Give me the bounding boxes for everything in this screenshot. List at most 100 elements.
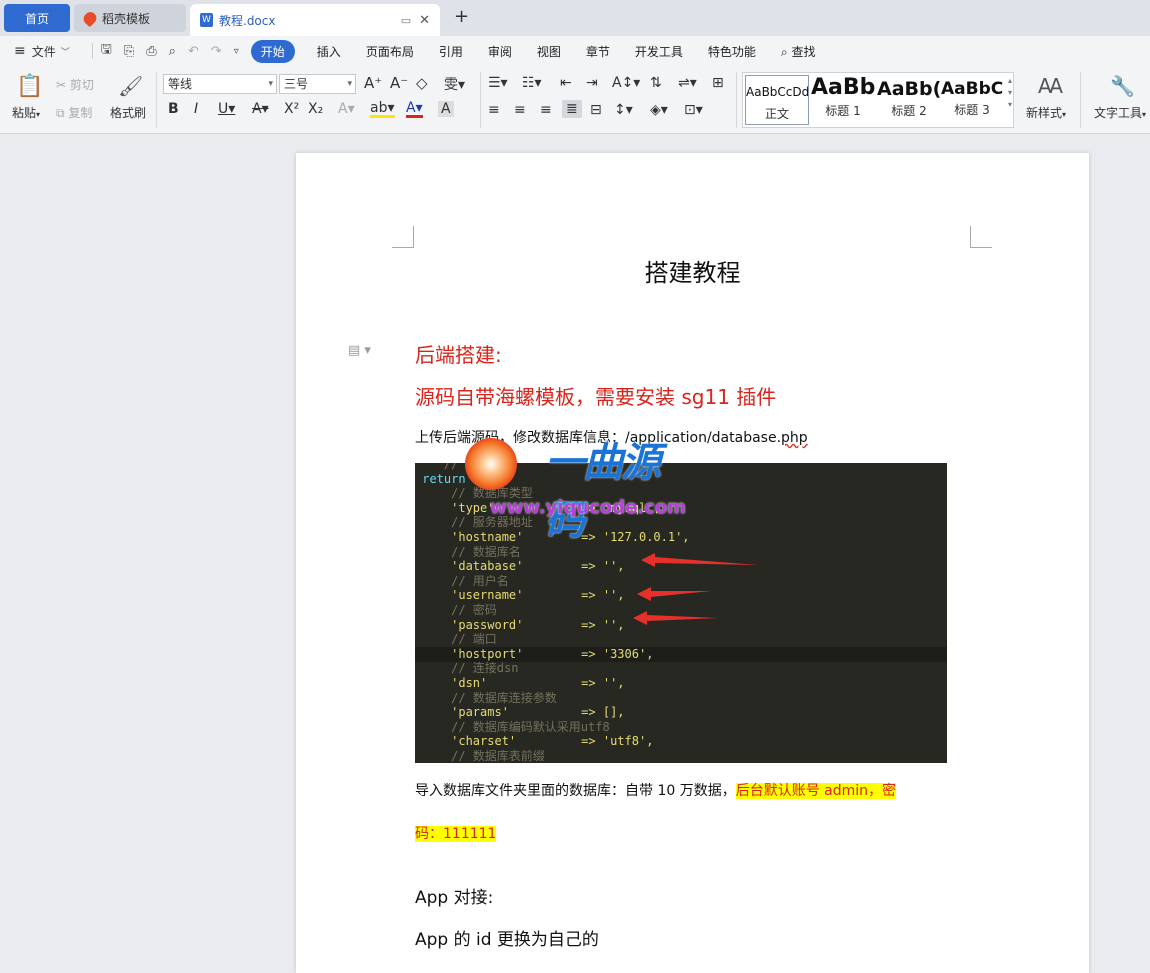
subscript-icon[interactable]: X₂	[308, 101, 323, 117]
style-heading-1[interactable]: AaBb 标题 1	[811, 73, 875, 127]
margin-corner-right	[970, 226, 992, 248]
font-size-select[interactable]: 三号 ▾	[279, 74, 356, 94]
watermark-url: www.yiqucode.com	[490, 497, 686, 518]
redo-icon[interactable]: ↷	[211, 44, 222, 59]
search-menu[interactable]: ⌕ 查找	[781, 43, 816, 60]
paste-button[interactable]: 粘贴▾	[12, 104, 40, 121]
numbering-icon[interactable]: ☷▾	[522, 75, 542, 91]
menu-view[interactable]: 视图	[537, 43, 561, 60]
decrease-indent-icon[interactable]: ⇤	[560, 75, 572, 91]
copy-button[interactable]: ⧉ 复制	[56, 104, 92, 121]
menu-start[interactable]: 开始	[250, 39, 295, 63]
font-name-select[interactable]: 等线 ▾	[163, 74, 277, 94]
new-style-button[interactable]: 新样式▾	[1026, 104, 1066, 121]
print-icon[interactable]: ⎙	[146, 44, 156, 59]
daoke-icon	[81, 9, 99, 27]
style-gallery: AaBbCcDd 正文 AaBb 标题 1 AaBb(标题 2 AaBbC(标题 3…	[742, 72, 1014, 128]
menu-insert[interactable]: 插入	[317, 43, 341, 60]
distributed-icon[interactable]: ⊟	[590, 102, 602, 118]
justify-icon[interactable]: ≣	[562, 100, 582, 118]
table-grid-icon[interactable]: ⊞	[712, 75, 724, 91]
wrench-icon[interactable]: 🔧	[1110, 74, 1135, 98]
file-menu-label: 文件	[31, 44, 56, 59]
menu-chapter[interactable]: 章节	[586, 43, 610, 60]
spellcheck-word: php	[781, 430, 808, 446]
font-name-value: 等线	[168, 77, 193, 91]
paragraph-menu-icon[interactable]: ▤ ▾	[348, 343, 371, 358]
phonetic-guide-icon[interactable]: 雯▾	[444, 74, 465, 94]
save-icon[interactable]: 🖫	[101, 40, 112, 62]
underline-icon[interactable]: U▾	[218, 101, 235, 117]
new-style-icon[interactable]: Ꜳ	[1038, 74, 1063, 98]
align-right-icon[interactable]: ≡	[540, 102, 552, 118]
strikethrough-icon[interactable]: A▾	[252, 101, 269, 117]
search-label: 查找	[791, 44, 816, 59]
line-spacing-icon[interactable]: ↕▾	[614, 102, 633, 118]
tab-template[interactable]: 稻壳模板	[74, 4, 186, 32]
style-heading-2[interactable]: AaBb(标题 2	[877, 73, 941, 127]
style-label: 标题 3	[954, 103, 990, 117]
text-tools-button[interactable]: 文字工具▾	[1094, 104, 1146, 121]
borders-icon[interactable]: ⊡▾	[684, 102, 703, 118]
menu-references[interactable]: 引用	[439, 43, 463, 60]
sort-icon[interactable]: ⇅	[650, 75, 662, 91]
tab-home[interactable]: 首页	[4, 4, 70, 32]
grow-font-icon[interactable]: A⁺	[364, 74, 382, 92]
chevron-down-icon: ▾	[1062, 110, 1067, 119]
text-effect-icon[interactable]: A▾	[338, 101, 355, 117]
font-color-icon[interactable]: A▾	[406, 101, 423, 118]
divider	[156, 72, 157, 128]
paragraph-app-id: App 的 id 更换为自己的	[415, 930, 599, 950]
window-icon[interactable]: ▭	[401, 14, 411, 27]
char-shading-icon[interactable]: A	[438, 101, 454, 117]
menu-review[interactable]: 审阅	[488, 43, 512, 60]
tab-document[interactable]: W 教程.docx ▭ ✕	[190, 4, 440, 36]
style-normal[interactable]: AaBbCcDd 正文	[745, 75, 809, 125]
menu-features[interactable]: 特色功能	[708, 43, 756, 60]
chevron-down-icon: ▾	[1142, 110, 1147, 119]
bullets-icon[interactable]: ☰▾	[488, 75, 508, 91]
menu-page-layout[interactable]: 页面布局	[366, 43, 414, 60]
export-icon[interactable]: ⎘	[124, 44, 134, 59]
highlighted-text: 码：111111	[415, 826, 497, 842]
tab-home-label: 首页	[24, 11, 49, 26]
paragraph-app: App 对接:	[415, 888, 494, 908]
bold-icon[interactable]: B	[168, 101, 179, 117]
text-direction-icon[interactable]: A↕▾	[612, 75, 640, 91]
file-menu[interactable]: ≡ 文件 ﹀	[14, 43, 70, 60]
menu-developer[interactable]: 开发工具	[635, 43, 683, 60]
shading-icon[interactable]: ◈▾	[650, 102, 668, 118]
red-arrow-icon	[633, 611, 718, 625]
style-label: 标题 2	[891, 104, 927, 118]
format-painter-button[interactable]: 格式刷	[110, 104, 146, 121]
style-heading-3[interactable]: AaBbC(标题 3	[941, 73, 1003, 127]
undo-icon[interactable]: ↶	[188, 44, 199, 59]
ribbon-toolbar: 📋 粘贴▾ ✂ 剪切 ⧉ 复制 🖌 格式刷 等线 ▾ 三号 ▾ A⁺ A⁻ ◇ 雯▾…	[0, 66, 1150, 134]
format-painter-icon[interactable]: 🖌	[118, 74, 143, 98]
style-label: 标题 1	[825, 104, 861, 118]
cut-label: 剪切	[69, 78, 94, 92]
shrink-font-icon[interactable]: A⁻	[390, 74, 408, 92]
paste-icon[interactable]: 📋	[16, 74, 43, 99]
highlight-icon[interactable]: ab▾	[370, 101, 395, 118]
print-preview-icon[interactable]: ⌕	[169, 44, 176, 59]
document-page[interactable]: 搭建教程 ▤ ▾ 后端搭建: 源码自带海螺模板，需要安装 sg11 插件 上传后…	[296, 153, 1089, 973]
divider	[91, 43, 93, 59]
style-label: 正文	[764, 107, 789, 121]
show-marks-icon[interactable]: ⇌▾	[678, 75, 697, 91]
watermark-text: 一曲源码	[545, 440, 661, 544]
italic-icon[interactable]: I	[194, 101, 198, 117]
paragraph-import: 导入数据库文件夹里面的数据库：自带 10 万数据，后台默认账号 admin，密	[415, 780, 897, 800]
word-doc-icon: W	[200, 13, 213, 27]
align-left-icon[interactable]: ≡	[488, 102, 500, 118]
gallery-scroll[interactable]: ▴ ▾ ▾	[1008, 75, 1012, 111]
clear-format-icon[interactable]: ◇	[416, 74, 428, 92]
customize-quickbar-icon[interactable]: ▿	[234, 46, 239, 57]
increase-indent-icon[interactable]: ⇥	[586, 75, 598, 91]
hamburger-icon: ≡	[14, 43, 26, 59]
superscript-icon[interactable]: X²	[284, 101, 299, 117]
close-tab-icon[interactable]: ✕	[419, 13, 430, 28]
new-tab-icon[interactable]: +	[454, 6, 469, 27]
cut-button[interactable]: ✂ 剪切	[56, 76, 94, 93]
align-center-icon[interactable]: ≡	[514, 102, 526, 118]
